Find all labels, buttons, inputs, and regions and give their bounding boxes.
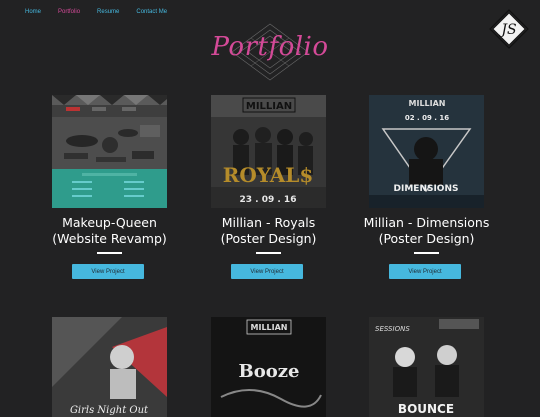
logo-icon[interactable]: JS: [489, 9, 529, 49]
svg-text:02 . 09 . 16: 02 . 09 . 16: [405, 114, 449, 122]
svg-text:Booze: Booze: [239, 361, 300, 382]
svg-text:MILLIAN: MILLIAN: [251, 323, 288, 332]
svg-text:SESSIONS: SESSIONS: [375, 325, 410, 333]
project-thumbnail[interactable]: [52, 95, 167, 208]
project-thumbnail[interactable]: MILLIAN ROYAL$ 23 . 09 . 16: [211, 95, 326, 208]
nav-resume[interactable]: Resume: [97, 9, 119, 15]
view-project-button[interactable]: View Project: [231, 264, 303, 279]
view-project-button[interactable]: View Project: [389, 264, 461, 279]
svg-text:DIMENSIONS: DIMENSIONS: [394, 184, 459, 194]
title-block: Portfolio: [200, 22, 340, 82]
project-thumbnail[interactable]: MILLIAN 02 . 09 . 16 DIMENSIONS: [369, 95, 484, 208]
title-divider: [414, 252, 439, 254]
svg-text:MILLIAN: MILLIAN: [246, 101, 292, 112]
project-thumbnail-millian-booze[interactable]: MILLIAN Booze: [211, 317, 326, 417]
svg-text:MILLIAN: MILLIAN: [409, 99, 446, 108]
svg-text:ROYAL$: ROYAL$: [223, 163, 314, 187]
project-thumbnail-girls-night[interactable]: Girls Night Out: [52, 317, 167, 417]
nav-home[interactable]: Home: [25, 9, 41, 15]
project-thumbnail-bounce[interactable]: SESSIONS BOUNCE: [369, 317, 484, 417]
title-divider: [256, 252, 281, 254]
title-divider: [97, 252, 122, 254]
svg-text:Girls Night Out: Girls Night Out: [70, 405, 149, 416]
page-title: Portfolio: [211, 32, 329, 62]
project-title: Millian - Dimensions (Poster Design): [363, 215, 490, 246]
top-nav: Home Portfolio Resume Contact Me: [25, 9, 184, 15]
svg-text:23 . 09 . 16: 23 . 09 . 16: [240, 195, 297, 205]
project-title: Millian - Royals (Poster Design): [220, 215, 317, 246]
nav-contact-me[interactable]: Contact Me: [136, 9, 167, 15]
svg-text:BOUNCE: BOUNCE: [398, 402, 454, 416]
project-title: Makeup-Queen (Website Revamp): [52, 215, 167, 246]
view-project-button[interactable]: View Project: [72, 264, 144, 279]
nav-portfolio[interactable]: Portfolio: [58, 9, 80, 15]
svg-text:JS: JS: [498, 22, 516, 38]
